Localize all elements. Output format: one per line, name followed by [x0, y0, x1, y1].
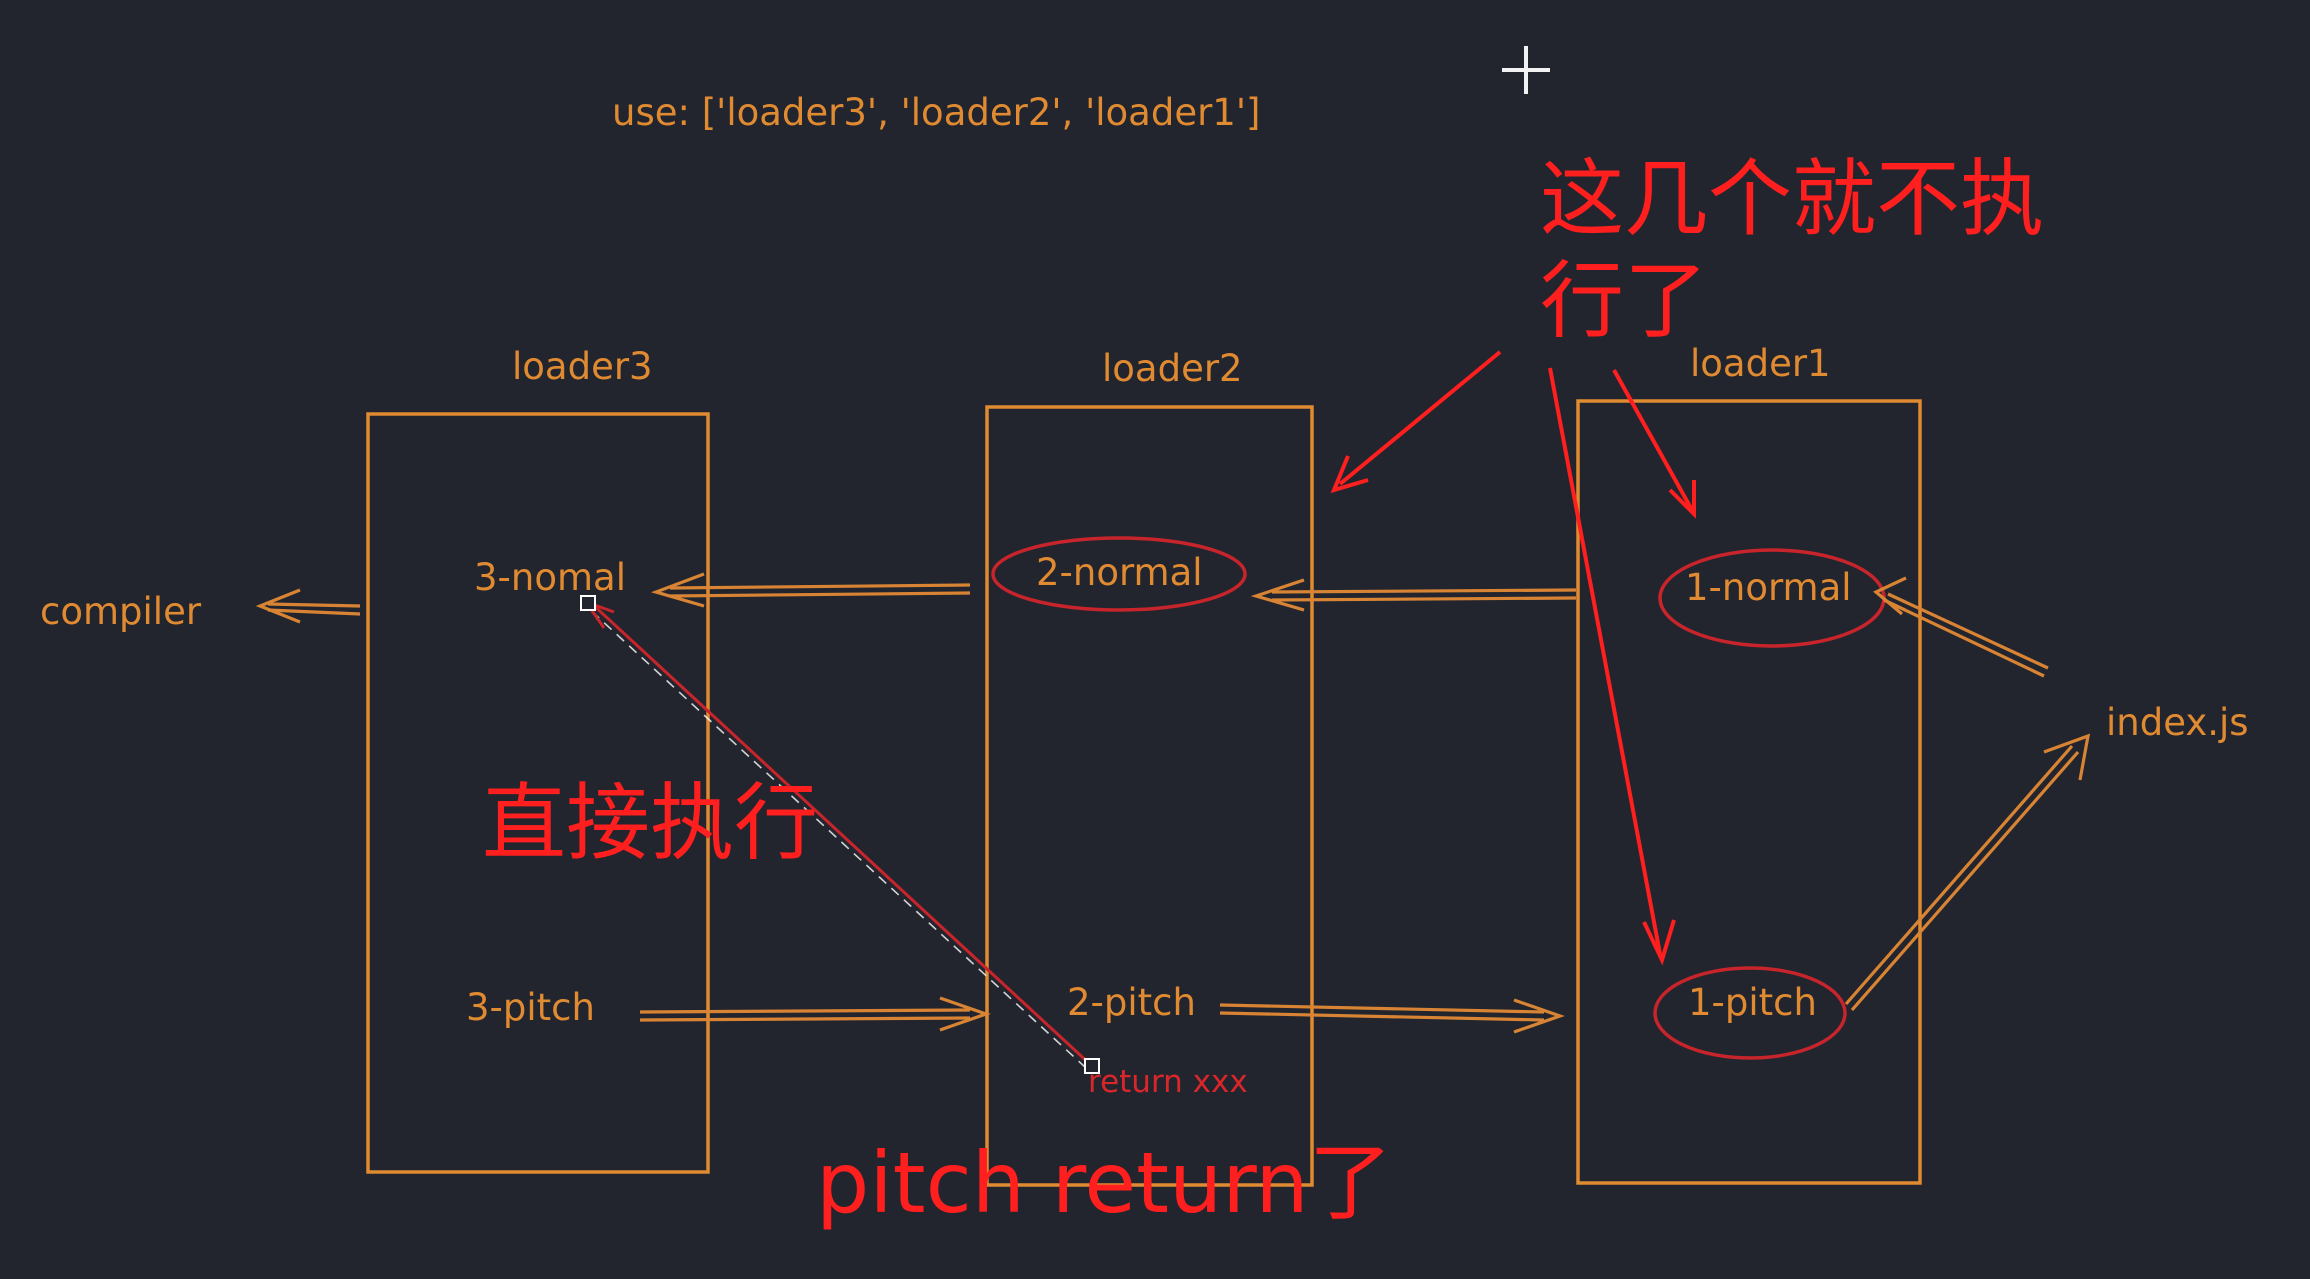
arrow-loader3-to-compiler: [255, 588, 361, 624]
loader3-title: loader3: [512, 345, 653, 388]
loader3-pitch-label: 3-pitch: [466, 986, 595, 1029]
loader2-title: loader2: [1102, 347, 1243, 390]
skip-note-line2: 行了: [1540, 252, 1708, 350]
pitch-return-note: pitch return了: [816, 1134, 1393, 1232]
loader1-pitch-label: 1-pitch: [1688, 981, 1817, 1024]
return-note-label: return xxx: [1088, 1064, 1248, 1100]
use-config-line: use: ['loader3', 'loader2', 'loader1']: [612, 91, 1260, 134]
red-arrow-to-loader1pitch: [1548, 367, 1676, 966]
arrow-loader1-to-loader2normal: [1250, 578, 1577, 612]
loader2-pitch-label: 2-pitch: [1067, 981, 1196, 1024]
arrow-loader3pitch-to-loader2pitch: [639, 996, 991, 1032]
arrow-loader1pitch-to-indexjs: [1844, 733, 2091, 1012]
compiler-label: compiler: [40, 590, 202, 633]
crosshair-cursor-icon: [1502, 46, 1550, 94]
red-arrow-to-loader2normal: [1330, 350, 1502, 494]
selection-handle-icon: [580, 595, 596, 611]
arrow-indexjs-to-loader1normal: [1873, 576, 2049, 678]
loader1-title: loader1: [1690, 342, 1831, 385]
skip-note-line1: 这几个就不执: [1540, 150, 2044, 248]
loader2-normal-label: 2-normal: [1036, 551, 1203, 594]
entry-file-label: index.js: [2106, 701, 2249, 744]
loader1-normal-label: 1-normal: [1685, 566, 1852, 609]
arrow-loader2normal-to-loader3normal: [650, 572, 971, 608]
loader-pitch-diagram: use: ['loader3', 'loader2', 'loader1'] l…: [40, 46, 2249, 1232]
loader3-normal-label: 3-nomal: [474, 556, 626, 599]
arrow-loader2pitch-to-loader1pitch: [1219, 998, 1565, 1034]
red-arrow-to-loader1normal: [1612, 369, 1696, 519]
direct-exec-note: 直接执行: [482, 774, 818, 872]
